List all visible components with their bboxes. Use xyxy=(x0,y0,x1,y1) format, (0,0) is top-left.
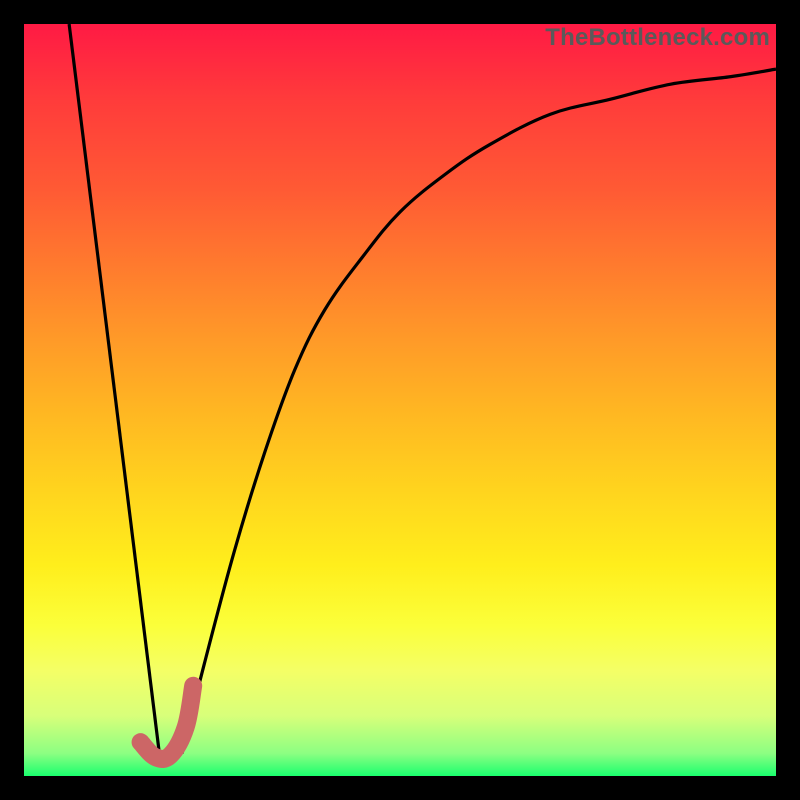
plot-area: TheBottleneck.com xyxy=(24,24,776,776)
right-curve-line xyxy=(182,69,776,753)
check-mark xyxy=(141,686,194,759)
chart-svg xyxy=(24,24,776,776)
chart-frame: TheBottleneck.com xyxy=(0,0,800,800)
left-descent-line xyxy=(69,24,159,753)
